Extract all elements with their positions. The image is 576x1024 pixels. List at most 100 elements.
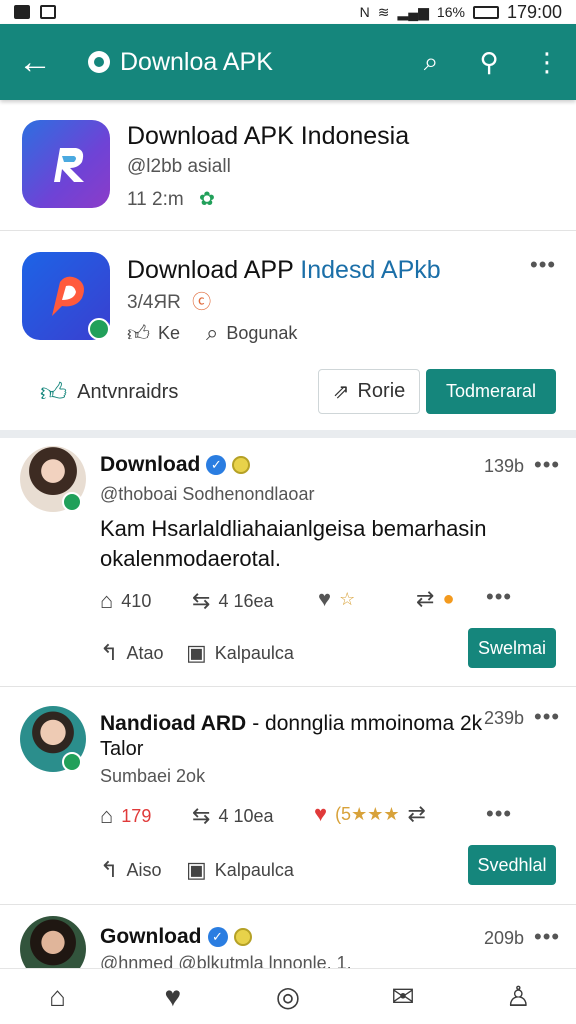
post-more-icon[interactable]: ••• [486, 801, 512, 827]
app-title-1[interactable]: Download APK Indonesia [127, 122, 409, 151]
heart-nav-icon[interactable]: ♥ [143, 981, 203, 1013]
rating-circle-icon: ⓒ [192, 292, 212, 313]
profile-icon[interactable]: ♙ [488, 980, 548, 1013]
repost-icon: ⇆ [192, 588, 211, 613]
retweet-icon: ⇄ [416, 586, 435, 611]
reply-action[interactable]: ⌂ 410 [100, 588, 151, 614]
app-meta-2: 3/4ЯR ⓒ [127, 287, 211, 314]
app-logo-icon-2 [52, 276, 84, 316]
compass-icon[interactable]: ◎ [258, 980, 318, 1013]
reply-count: 410 [121, 590, 152, 611]
fire-icon: ● [442, 587, 455, 610]
like-action[interactable]: ♥ (5★★★ ⇄ [314, 801, 426, 827]
post-author-suffix: - donnglia mmoinoma 2k [252, 712, 483, 735]
secondary-action-b[interactable]: ▣ Kalpaulca [186, 857, 294, 883]
avatar-badge-icon [62, 752, 82, 772]
bottom-navigation: ⌂ ♥ ◎ ✉ ♙ [0, 968, 576, 1024]
mail-icon[interactable]: ✉ [373, 980, 433, 1013]
secondary-action-a[interactable]: ↰ Atao [100, 640, 163, 666]
more-options-icon[interactable]: ••• [534, 924, 560, 950]
share-label: Rorie [357, 380, 406, 402]
divider [0, 686, 576, 687]
repost-action[interactable]: ⇆ 4 10ea [192, 803, 274, 829]
more-options-icon[interactable]: ••• [530, 252, 556, 278]
reply-action[interactable]: ⌂ 179 [100, 803, 151, 829]
image-icon: ▣ [186, 640, 207, 665]
post-author-name: Download [100, 453, 201, 476]
gold-badge-icon [233, 928, 252, 946]
app-title-2[interactable]: Download APP Indesd APkb [127, 256, 441, 285]
share-action[interactable]: ⇄ ● [416, 586, 455, 612]
secondary-action-a[interactable]: ↰ Aiso [100, 857, 161, 883]
post-action-button[interactable]: Swelmai [468, 628, 556, 668]
recommend-button[interactable]: 👍︎ Antvnraidrs [40, 374, 178, 410]
clock: 179:00 [506, 1, 562, 22]
post-author[interactable]: Nandioad ARD - donnglia mmoinoma 2k [100, 712, 482, 736]
post-handle[interactable]: @thoboai Sodhenondlaoar [100, 484, 314, 505]
app-handle-1: @l2bb asiall [127, 156, 231, 177]
post-author-name: Nandioad ARD [100, 712, 247, 735]
heart-icon: ♥ [318, 586, 332, 611]
post-handle[interactable]: Sumbaei 2ok [100, 766, 205, 787]
divider [0, 904, 576, 905]
more-vert-icon[interactable]: ⋮ [518, 47, 576, 78]
post-author[interactable]: Gownload ✓ [100, 925, 252, 949]
search-stat-label: Bogunak [226, 322, 298, 343]
post-time: 139b [484, 456, 525, 476]
thumb-icon: 👍︎ [127, 321, 150, 346]
app-rating-count: 3/4ЯR [127, 292, 181, 313]
image-notification-icon [40, 5, 56, 19]
like-action[interactable]: ♥ ☆ [318, 586, 355, 612]
post-more-icon[interactable]: ••• [486, 584, 512, 610]
home-icon[interactable]: ⌂ [28, 981, 88, 1013]
app-logo-icon [54, 148, 84, 182]
search-icon[interactable]: ⌕ [402, 46, 460, 78]
likes-label: Ke [158, 323, 181, 343]
page-title: Downloa APK [120, 47, 273, 76]
repost-count: 4 10ea [218, 805, 274, 826]
reply-icon: ↰ [100, 640, 119, 665]
post-action-button[interactable]: Svedhlal [468, 845, 556, 885]
gold-badge-icon [232, 456, 251, 474]
post-text: Kam Hsarlaldliahaianlgeisa bemarhasin ok… [100, 516, 487, 571]
app-title-2-accent: Indesd APkb [300, 256, 441, 284]
avatar-badge-icon [62, 492, 82, 512]
thumbs-up-icon: 👍︎ [40, 376, 68, 407]
search-small-icon: ⌕ [206, 320, 219, 345]
notification-icon [14, 5, 30, 19]
post-time: 209b [484, 928, 525, 948]
secondary-a-label: Aiso [126, 859, 162, 880]
app-bar: ← Downloa APK ⌕ ⚲ ⋮ [0, 24, 576, 100]
share-button[interactable]: ⇗ Rorie [318, 369, 420, 414]
repost-action[interactable]: ⇆ 4 16ea [192, 588, 274, 614]
more-options-icon[interactable]: ••• [534, 452, 560, 478]
verified-leaf-icon: ✿ [198, 189, 215, 210]
back-arrow-icon[interactable]: ← [0, 45, 70, 79]
secondary-b-label: Kalpaulca [214, 642, 294, 663]
verified-icon: ✓ [206, 455, 227, 475]
app-size: 11 2:m [127, 189, 184, 210]
wifi-icon: ≋ [377, 3, 390, 20]
retweet-icon: ⇄ [407, 801, 426, 826]
more-options-icon[interactable]: ••• [534, 704, 560, 730]
share-icon: ⇗ [332, 381, 350, 403]
app-stat-likes: 👍︎ Ke [127, 320, 180, 347]
status-bar: N ≋ ▂▄▆ 16% 179:00 [0, 0, 576, 24]
repost-icon: ⇆ [192, 803, 211, 828]
nfc-icon: N [359, 4, 370, 20]
post-author[interactable]: Download ✓ [100, 453, 251, 477]
post-subtitle: Talor [100, 738, 144, 760]
secondary-b-label: Kalpaulca [214, 859, 294, 880]
signal-icon: ▂▄▆ [397, 3, 429, 20]
search-alt-icon[interactable]: ⚲ [460, 47, 518, 78]
download-button[interactable]: Todmeraral [426, 369, 556, 414]
app-badge-icon [88, 318, 110, 340]
image-icon: ▣ [186, 857, 207, 882]
post-author-name: Gownload [100, 925, 202, 948]
search-badge-icon [88, 51, 110, 73]
secondary-action-b[interactable]: ▣ Kalpaulca [186, 640, 294, 666]
secondary-a-label: Atao [126, 642, 164, 663]
app-icon-1[interactable] [22, 120, 110, 208]
section-divider [0, 430, 576, 438]
heart-icon: ♥ [314, 801, 328, 826]
